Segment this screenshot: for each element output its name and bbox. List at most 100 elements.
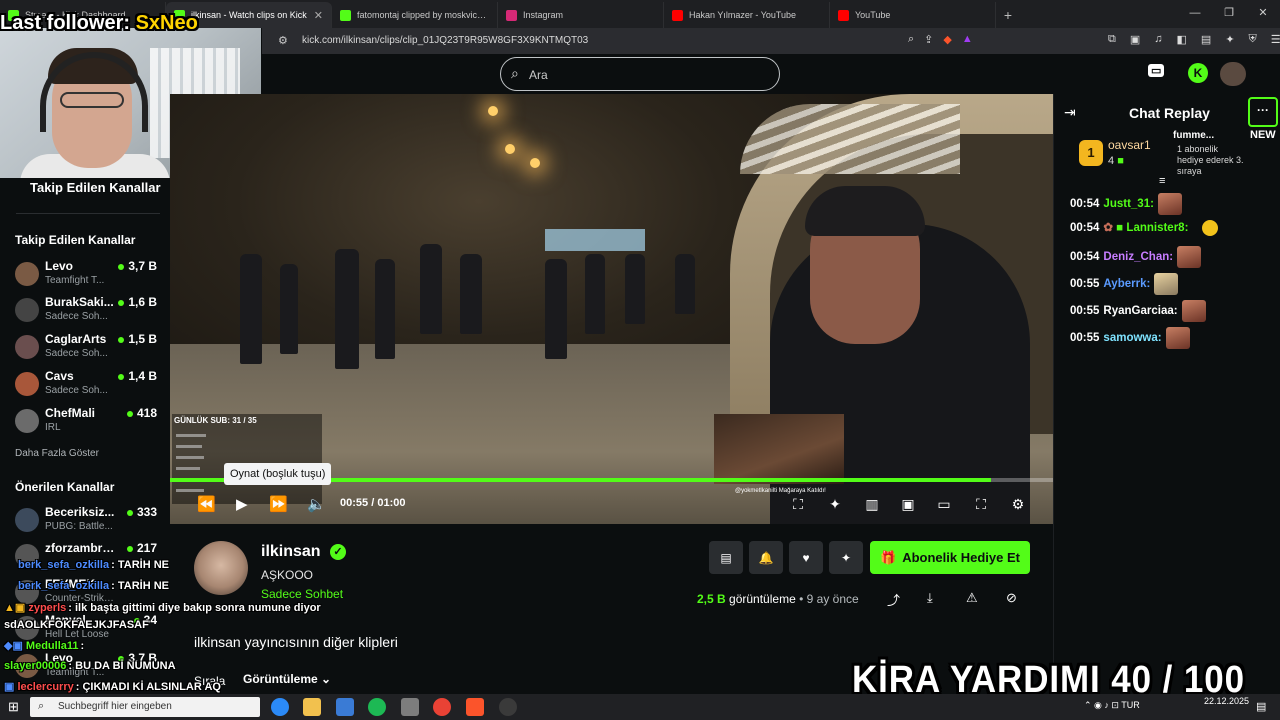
maximize-icon[interactable]: ❐: [1212, 0, 1246, 26]
settings-icon[interactable]: ⚙: [1009, 495, 1027, 513]
report-icon[interactable]: ⚠: [966, 590, 978, 606]
expand-icon[interactable]: ≡: [1159, 175, 1165, 187]
volume-icon[interactable]: 🔈: [307, 495, 326, 515]
screenshot-icon[interactable]: ▣: [1130, 33, 1140, 46]
calculator-icon[interactable]: [401, 698, 419, 716]
system-tray[interactable]: ⌃ ◉ ♪ ⊡ TUR: [1084, 700, 1140, 711]
media-icon[interactable]: ♫: [1154, 33, 1162, 46]
gift-icon: 🎁: [880, 549, 897, 565]
gift-subscription-button[interactable]: 🎁 Abonelik Hediye Et: [870, 541, 1030, 574]
extensions-icon[interactable]: ⧉: [1108, 33, 1116, 46]
channel-name: Levo: [45, 259, 74, 273]
sidebar-channel-caglararts[interactable]: CaglarArts Sadece Soh... 1,5 B: [15, 329, 165, 363]
search-input[interactable]: ⌕ Ara: [500, 57, 780, 91]
close-window-icon[interactable]: ✕: [1246, 0, 1280, 26]
close-tab-icon[interactable]: ✕: [314, 9, 323, 22]
message-user[interactable]: Lannister8:: [1126, 222, 1188, 234]
message-user[interactable]: Justt_31:: [1103, 198, 1154, 210]
menu-icon[interactable]: ☰: [1271, 33, 1280, 46]
url-text[interactable]: kick.com/ilkinsan/clips/clip_01JQ23T9R95…: [302, 35, 588, 46]
zoom-icon[interactable]: ⌕: [908, 33, 914, 46]
more-clips-heading: ilkinsan yayıncısının diğer klipleri: [194, 634, 398, 650]
windows-start-icon[interactable]: ⊞: [8, 699, 19, 715]
sidebar-channel-levo[interactable]: Levo Teamfight T... 3,7 B: [15, 256, 165, 290]
sidebar-channel-beceriksiz[interactable]: Beceriksiz... PUBG: Battle... 333: [15, 502, 165, 536]
chat-more-button[interactable]: ···: [1248, 97, 1278, 127]
sidebar-channel-cavs[interactable]: Cavs Sadece Soh... 1,4 B: [15, 366, 165, 400]
channel-name-title[interactable]: ilkinsan: [261, 543, 321, 561]
message-user[interactable]: Ayberrk:: [1103, 278, 1150, 290]
channel-category: Sadece Soh...: [45, 385, 108, 396]
follow-button[interactable]: ♥: [789, 541, 823, 574]
youtube-favicon-icon: [672, 9, 683, 21]
fullscreen-icon[interactable]: ⛶: [972, 495, 990, 513]
tab-youtube[interactable]: YouTube: [830, 2, 996, 28]
wallet-icon[interactable]: ▤: [1201, 33, 1211, 46]
browse-icon[interactable]: ▭: [1148, 64, 1165, 77]
tab-youtube-hakan[interactable]: Hakan Yılmazer - YouTube: [664, 2, 830, 28]
notifications-icon[interactable]: ▤: [1256, 700, 1266, 713]
overlay-user: slayer00006: [4, 660, 67, 672]
sidebar-icon[interactable]: ◧: [1177, 33, 1187, 46]
overlay-chat-line: [176, 434, 206, 437]
minimize-icon[interactable]: —: [1178, 0, 1212, 26]
chrome-icon[interactable]: [433, 698, 451, 716]
theater-mode-icon[interactable]: ▭: [935, 495, 953, 513]
obs-icon[interactable]: [499, 698, 517, 716]
gifter-side-text: 1 abonelik hediye ederek 3. sıraya: [1177, 144, 1244, 176]
message-user[interactable]: samowwa:: [1103, 332, 1161, 344]
boost-button[interactable]: ✦: [829, 541, 863, 574]
clip-category[interactable]: Sadece Sohbet: [261, 587, 343, 601]
message-user[interactable]: RyanGarciaa:: [1103, 305, 1177, 317]
share-icon[interactable]: ⤴: [887, 590, 900, 609]
edge-icon[interactable]: [271, 698, 289, 716]
vpn-icon[interactable]: ⛨: [1249, 33, 1257, 46]
sidebar-channel-chefmali[interactable]: ChefMali IRL 418: [15, 403, 165, 437]
address-bar[interactable]: ⚙ kick.com/ilkinsan/clips/clip_01JQ23T9R…: [268, 31, 1280, 51]
clock[interactable]: 22.12.2025: [1204, 696, 1249, 707]
brave-rewards-icon[interactable]: ▲: [962, 33, 973, 46]
user-avatar[interactable]: [1220, 62, 1246, 86]
tab-instagram[interactable]: Instagram: [498, 2, 664, 28]
sidebar-channel-buraksaki[interactable]: BurakSaki... Sadece Soh... 1,6 B: [15, 292, 165, 326]
download-icon[interactable]: ⤓: [927, 590, 933, 606]
chat-replay-panel: ⇥ Chat Replay: [1053, 94, 1280, 694]
file-explorer-icon[interactable]: [303, 698, 321, 716]
language-indicator: TUR: [1121, 700, 1140, 710]
brave-icon[interactable]: [466, 698, 484, 716]
brave-shield-icon[interactable]: ◆: [943, 33, 951, 46]
site-settings-icon[interactable]: ⚙: [278, 34, 288, 47]
channel-avatar[interactable]: [194, 541, 248, 595]
kick-logo-icon[interactable]: K: [1188, 63, 1208, 83]
sub-badge-icon: ■: [1116, 222, 1124, 235]
notify-button[interactable]: 🔔: [749, 541, 783, 574]
play-button[interactable]: ▶: [236, 495, 248, 515]
overlay-text: : BU DA Bİ NUMUNA: [68, 660, 176, 672]
store-icon[interactable]: [336, 698, 354, 716]
collapse-chat-icon[interactable]: ⇥: [1064, 104, 1076, 121]
crowd-figure: [335, 249, 359, 369]
gift-icon: ■: [1117, 155, 1124, 167]
save-clip-button[interactable]: ▤: [709, 541, 743, 574]
leo-icon[interactable]: ✦: [1225, 33, 1234, 46]
forward-icon[interactable]: ⏩: [269, 495, 288, 515]
chat-message: 00:55 samowwa:: [1070, 327, 1190, 349]
video-player[interactable]: GÜNLÜK SUB: 31 / 35 @yokmetlkanilti Mağa…: [170, 94, 1053, 524]
hide-icon[interactable]: ⊘: [1006, 590, 1017, 606]
channel-name: ChefMali: [45, 406, 96, 420]
stats-icon[interactable]: ▥: [863, 495, 881, 513]
sparkle-icon[interactable]: ✦: [826, 495, 844, 513]
sort-dropdown[interactable]: Görüntüleme ⌄: [243, 672, 331, 686]
gift-button-label: Abonelik Hediye Et: [902, 550, 1020, 565]
share-icon[interactable]: ⇪: [924, 33, 933, 46]
taskbar-search-input[interactable]: ⌕ Suchbegriff hier eingeben: [30, 697, 260, 717]
pip-icon[interactable]: ▣: [899, 495, 917, 513]
show-more-link[interactable]: Daha Fazla Göster: [15, 448, 99, 459]
overlay-chat-line: ▲▣ zyperls: ilk başta gittimi diye bakıp…: [4, 601, 321, 614]
rewind-icon[interactable]: ⏪: [197, 495, 216, 515]
tab-fatomontaj[interactable]: fatomontaj clipped by moskvich35: [332, 2, 498, 28]
clip-icon[interactable]: ⛶: [789, 495, 807, 513]
new-tab-button[interactable]: +: [996, 2, 1020, 28]
message-user[interactable]: Deniz_Chan:: [1103, 251, 1173, 263]
spotify-icon[interactable]: [368, 698, 386, 716]
